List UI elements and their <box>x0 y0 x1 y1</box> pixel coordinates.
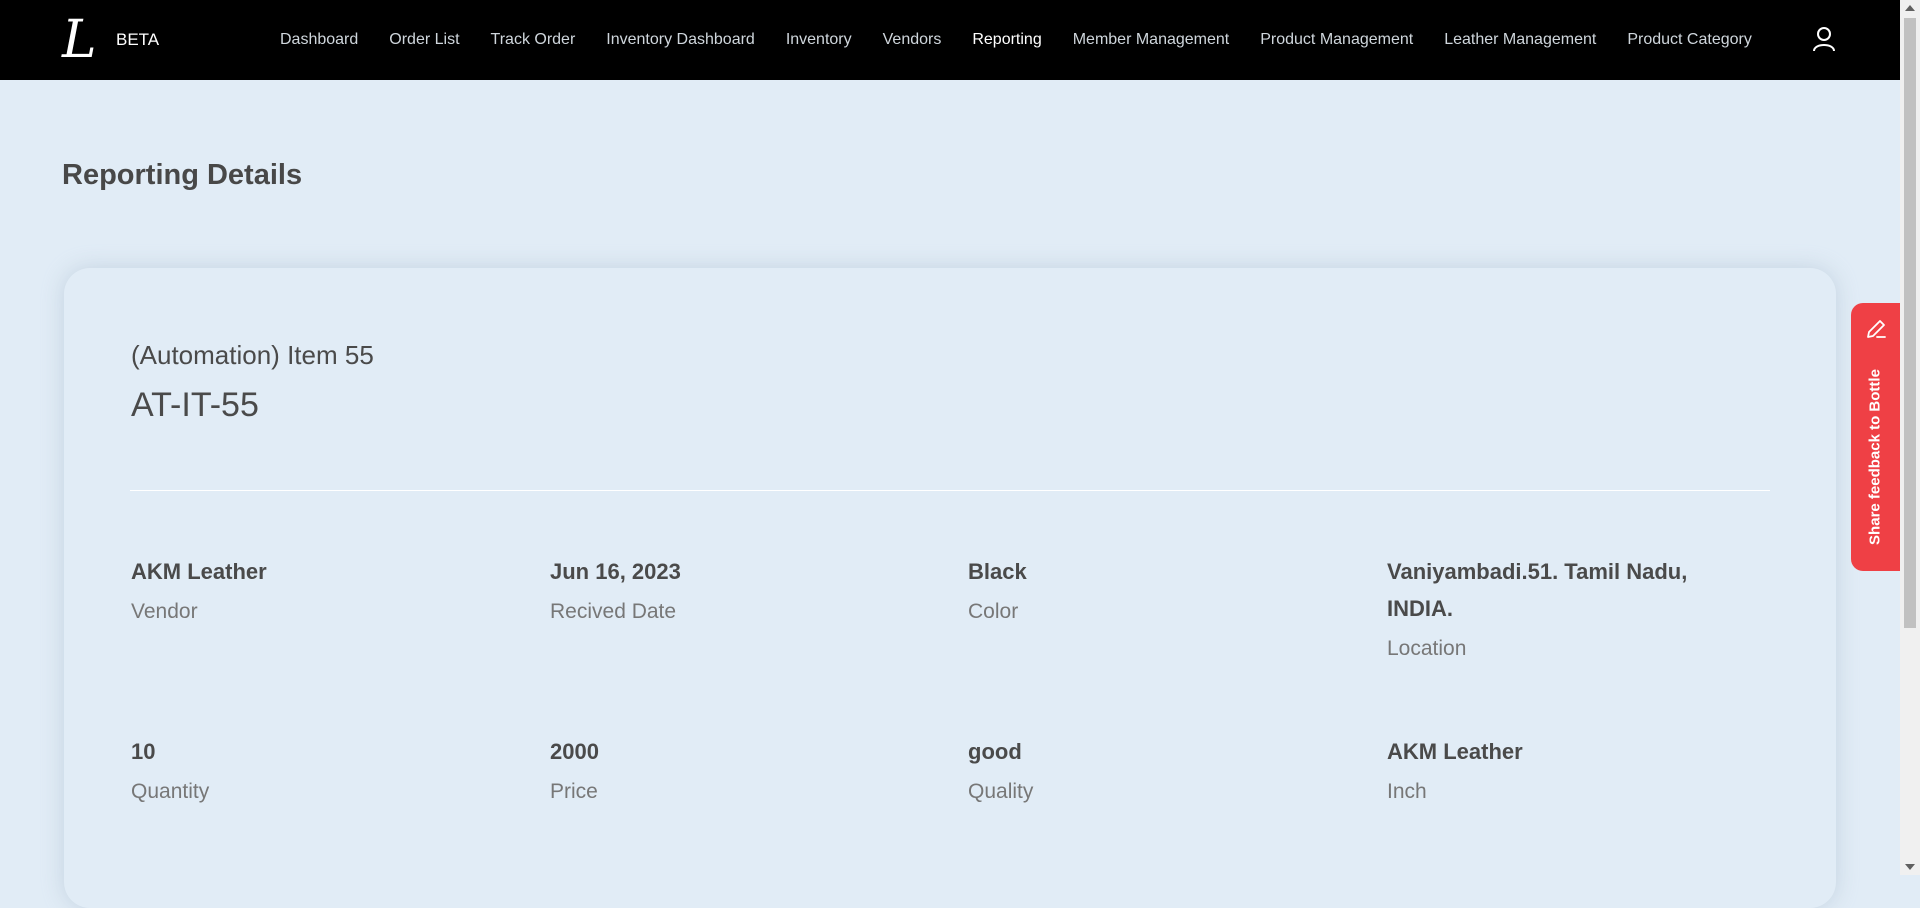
nav-item-member-management[interactable]: Member Management <box>1073 31 1230 49</box>
field-value: 2000 <box>550 739 599 764</box>
field-value: AKM Leather <box>1387 739 1523 764</box>
pencil-icon <box>1867 320 1886 338</box>
scroll-up-arrow-icon[interactable] <box>1905 5 1915 11</box>
nav-item-product-category[interactable]: Product Category <box>1627 31 1752 49</box>
logo-mark: L <box>62 10 97 70</box>
nav-item-dashboard[interactable]: Dashboard <box>280 31 358 49</box>
field-label: Inch <box>1387 780 1427 803</box>
scroll-thumb[interactable] <box>1904 18 1916 628</box>
divider <box>130 490 1770 491</box>
logo[interactable]: L BETA <box>62 12 159 68</box>
user-icon[interactable] <box>1812 26 1836 52</box>
field-quality: good Quality <box>968 733 1328 804</box>
share-feedback-button[interactable]: Share feedback to Bottle <box>1851 303 1900 571</box>
field-label: Color <box>968 600 1019 623</box>
field-color: Black Color <box>968 553 1328 624</box>
field-inch: AKM Leather Inch <box>1387 733 1747 804</box>
main-nav: Dashboard Order List Track Order Invento… <box>280 0 1783 80</box>
scroll-down-arrow-icon[interactable] <box>1905 864 1915 870</box>
field-value: Jun 16, 2023 <box>550 559 681 584</box>
field-label: Quantity <box>131 780 210 803</box>
nav-item-inventory-dashboard[interactable]: Inventory Dashboard <box>606 31 755 49</box>
field-label: Quality <box>968 780 1034 803</box>
page-title: Reporting Details <box>62 159 303 191</box>
field-value: good <box>968 739 1022 764</box>
page-scrollbar[interactable] <box>1900 0 1920 875</box>
nav-item-order-list[interactable]: Order List <box>389 31 459 49</box>
field-price: 2000 Price <box>550 733 910 804</box>
nav-item-inventory[interactable]: Inventory <box>786 31 852 49</box>
nav-item-track-order[interactable]: Track Order <box>491 31 576 49</box>
field-location: Vaniyambadi.51. Tamil Nadu, INDIA. Locat… <box>1387 553 1757 661</box>
field-label: Recived Date <box>550 600 677 623</box>
share-feedback-label: Share feedback to Bottle <box>1866 369 1884 545</box>
field-value: 10 <box>131 739 156 764</box>
field-value: AKM Leather <box>131 559 267 584</box>
beta-label: BETA <box>116 30 160 49</box>
field-quantity: 10 Quantity <box>131 733 491 804</box>
nav-item-leather-management[interactable]: Leather Management <box>1444 31 1596 49</box>
field-label: Location <box>1387 637 1467 660</box>
report-details-card: (Automation) Item 55 AT-IT-55 AKM Leathe… <box>64 268 1836 908</box>
field-label: Price <box>550 780 598 803</box>
field-label: Vendor <box>131 600 198 623</box>
top-navbar: L BETA Dashboard Order List Track Order … <box>0 0 1900 80</box>
item-code: AT-IT-55 <box>131 386 259 424</box>
item-name: (Automation) Item 55 <box>131 340 374 370</box>
nav-item-product-management[interactable]: Product Management <box>1260 31 1413 49</box>
field-value: Black <box>968 559 1027 584</box>
field-vendor: AKM Leather Vendor <box>131 553 491 624</box>
field-received-date: Jun 16, 2023 Recived Date <box>550 553 910 624</box>
nav-item-reporting[interactable]: Reporting <box>972 31 1041 49</box>
nav-item-vendors[interactable]: Vendors <box>883 31 942 49</box>
field-value: Vaniyambadi.51. Tamil Nadu, INDIA. <box>1387 559 1688 621</box>
